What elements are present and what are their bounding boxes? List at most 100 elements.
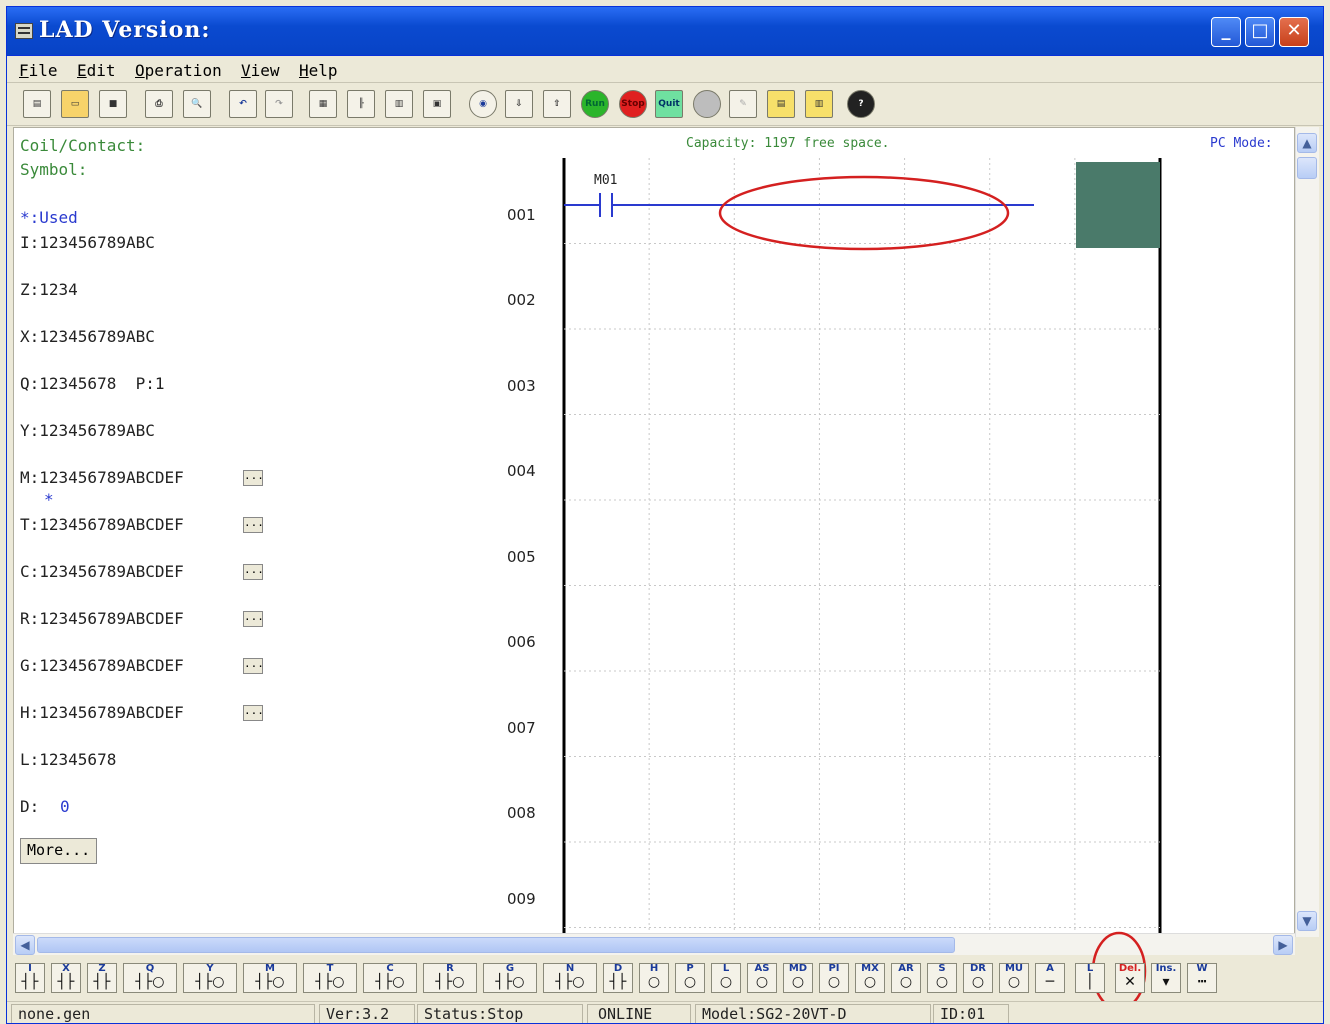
read-icon[interactable]: ⇧: [543, 90, 571, 118]
open-icon[interactable]: ▭: [61, 90, 89, 118]
symbol-label: Symbol:: [20, 160, 88, 179]
undo-icon[interactable]: ↶: [229, 90, 257, 118]
element-p-button[interactable]: P ○: [675, 963, 705, 993]
element-g-button[interactable]: G ┤├○: [483, 963, 537, 993]
element-mx-button[interactable]: MX ○: [855, 963, 885, 993]
contact-icon: ┤├: [93, 974, 111, 990]
coil-icon: ┤├○: [435, 974, 465, 990]
display-icon[interactable]: ▣: [423, 90, 451, 118]
new-icon[interactable]: ▤: [23, 90, 51, 118]
element-as-button[interactable]: AS ○: [747, 963, 777, 993]
menu-help[interactable]: Help: [299, 61, 338, 80]
out-icon: ○: [863, 974, 877, 990]
out-icon: ○: [971, 974, 985, 990]
scroll-right-button[interactable]: ▶: [1273, 935, 1293, 955]
vline-icon: │: [1085, 974, 1095, 990]
monitor-icon[interactable]: ▦: [309, 90, 337, 118]
element-md-button[interactable]: MD ○: [783, 963, 813, 993]
element-label: S: [938, 963, 946, 974]
menu-file[interactable]: File: [19, 61, 58, 80]
connect-icon[interactable]: ◉: [469, 90, 497, 118]
save-icon[interactable]: ■: [99, 90, 127, 118]
menu-edit[interactable]: Edit: [77, 61, 116, 80]
coil-icon: ┤├○: [375, 974, 405, 990]
element-dr-button[interactable]: DR ○: [963, 963, 993, 993]
ladder-diagram[interactable]: M01: [560, 158, 1170, 937]
t-more-button[interactable]: ...: [243, 517, 264, 533]
toolbar: ▤ ▭ ■ ⎙ 🔍 ↶ ↷ ▦ ╟ ▥ ▣ ◉ ⇩ ⇧ Run Stop Qui…: [7, 83, 1323, 126]
stop-button[interactable]: Stop: [619, 90, 647, 118]
element-label: T: [326, 963, 334, 974]
element-label: W: [1196, 963, 1208, 974]
element-pi-button[interactable]: PI ○: [819, 963, 849, 993]
element-l-button[interactable]: L │: [1075, 963, 1105, 993]
element-ins-button[interactable]: Ins. ▾: [1151, 963, 1181, 993]
ladder-icon[interactable]: ╟: [347, 90, 375, 118]
close-button[interactable]: ✕: [1279, 17, 1309, 47]
element-r-button[interactable]: R ┤├○: [423, 963, 477, 993]
element-m-button[interactable]: M ┤├○: [243, 963, 297, 993]
element-x-button[interactable]: X ┤├: [51, 963, 81, 993]
element-d-button[interactable]: D ┤├: [603, 963, 633, 993]
title-bar[interactable]: LAD Version: _ □ ✕: [7, 7, 1323, 56]
menu-operation[interactable]: Operation: [135, 61, 222, 80]
function-block-icon[interactable]: ▥: [385, 90, 413, 118]
coil-icon: ┤├○: [495, 974, 525, 990]
element-label: Del.: [1118, 963, 1142, 974]
element-l-button[interactable]: L ○: [711, 963, 741, 993]
element-i-button[interactable]: I ┤├: [15, 963, 45, 993]
more-button[interactable]: More...: [20, 838, 98, 864]
compare-icon[interactable]: ▥: [805, 90, 833, 118]
g-more-button[interactable]: ...: [243, 658, 264, 674]
quit-button[interactable]: Quit: [655, 90, 683, 118]
legend-x: X:123456789ABC: [20, 327, 155, 346]
element-s-button[interactable]: S ○: [927, 963, 957, 993]
run-button[interactable]: Run: [581, 90, 609, 118]
element-label: PI: [828, 963, 840, 974]
element-y-button[interactable]: Y ┤├○: [183, 963, 237, 993]
out-icon: ○: [899, 974, 913, 990]
print-icon[interactable]: ⎙: [145, 90, 173, 118]
element-label: AR: [898, 963, 914, 974]
element-t-button[interactable]: T ┤├○: [303, 963, 357, 993]
element-del-button[interactable]: Del. ✕: [1115, 963, 1145, 993]
program-icon[interactable]: ▤: [767, 90, 795, 118]
element-ar-button[interactable]: AR ○: [891, 963, 921, 993]
element-label: Y: [206, 963, 214, 974]
c-more-button[interactable]: ...: [243, 564, 264, 580]
vertical-scroll-thumb[interactable]: [1297, 157, 1317, 179]
element-n-button[interactable]: N ┤├○: [543, 963, 597, 993]
element-h-button[interactable]: H ○: [639, 963, 669, 993]
scroll-up-button[interactable]: ▲: [1297, 133, 1317, 153]
legend-q: Q:12345678 P:1: [20, 374, 165, 393]
element-mu-button[interactable]: MU ○: [999, 963, 1029, 993]
element-z-button[interactable]: Z ┤├: [87, 963, 117, 993]
horizontal-scroll-thumb[interactable]: [37, 937, 955, 953]
editor-area: Coil/Contact: Symbol: Capacity: 1197 fre…: [13, 127, 1295, 937]
element-a-button[interactable]: A ─: [1035, 963, 1065, 993]
vertical-scrollbar[interactable]: ▲ ▼: [1295, 127, 1319, 937]
out-icon: ○: [755, 974, 769, 990]
element-c-button[interactable]: C ┤├○: [363, 963, 417, 993]
element-q-button[interactable]: Q ┤├○: [123, 963, 177, 993]
write-icon[interactable]: ⇩: [505, 90, 533, 118]
scroll-down-button[interactable]: ▼: [1297, 911, 1317, 931]
row-number: 005: [507, 548, 536, 566]
minimize-button[interactable]: _: [1211, 17, 1241, 47]
status-id: ID:01: [933, 1004, 1009, 1023]
element-label: X: [62, 963, 70, 974]
maximize-button[interactable]: □: [1245, 17, 1275, 47]
status-model: Model:SG2-20VT-D: [695, 1004, 931, 1023]
r-more-button[interactable]: ...: [243, 611, 264, 627]
line-icon: ─: [1045, 974, 1055, 990]
help-icon[interactable]: ?: [847, 90, 875, 118]
print-preview-icon[interactable]: 🔍: [183, 90, 211, 118]
scroll-left-button[interactable]: ◀: [15, 935, 35, 955]
out-icon: ○: [827, 974, 841, 990]
legend-t: T:123456789ABCDEF: [20, 515, 184, 534]
h-more-button[interactable]: ...: [243, 705, 264, 721]
menu-view[interactable]: View: [241, 61, 280, 80]
m-more-button[interactable]: ...: [243, 470, 264, 486]
element-w-button[interactable]: W ┅: [1187, 963, 1217, 993]
element-label: Z: [98, 963, 106, 974]
